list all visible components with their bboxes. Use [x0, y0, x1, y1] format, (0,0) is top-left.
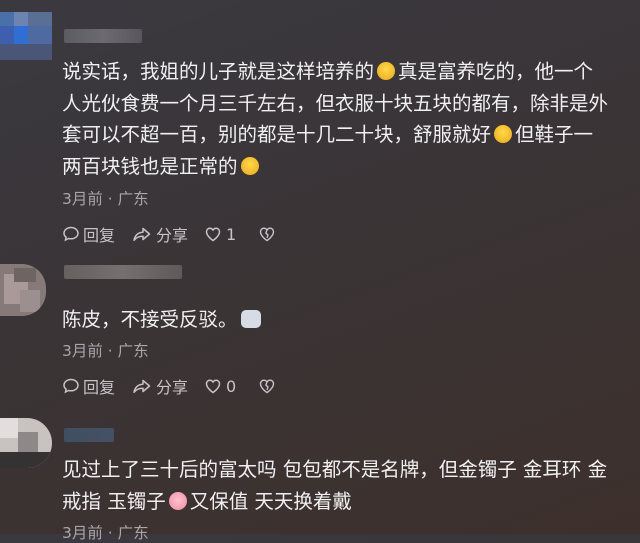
laughing-tears-emoji-icon	[494, 125, 513, 143]
username-blurred[interactable]	[64, 265, 182, 279]
like-button[interactable]: 1	[204, 225, 236, 244]
username-blurred[interactable]	[64, 29, 142, 43]
comment-actions: 回复 分享 1	[62, 222, 295, 246]
comment-line: 两百块钱也是正常的	[62, 151, 640, 183]
comment-text: 陈皮，不接受反驳。	[62, 304, 640, 336]
share-button[interactable]: 分享	[131, 222, 188, 246]
share-button[interactable]: 分享	[131, 374, 188, 398]
dislike-button[interactable]	[258, 225, 279, 243]
pig-face-emoji-icon	[168, 491, 187, 510]
comment-item-3: 见过上了三十后的富太吗 包包都不是名牌，但金镯子 金耳环 金 戒指 玉镯子 又保值…	[0, 412, 640, 542]
laughing-tears-emoji-icon	[240, 156, 259, 175]
avatar[interactable]	[0, 12, 52, 60]
comment-bubble-icon	[63, 378, 79, 394]
comment-line: 陈皮，不接受反驳。	[62, 304, 640, 336]
heart-icon	[205, 379, 221, 394]
cat-face-emoji-icon	[240, 310, 261, 328]
comment-actions: 回复 分享 0	[62, 374, 295, 398]
avatar[interactable]	[0, 264, 46, 316]
avatar[interactable]	[0, 418, 52, 468]
comment-line: 人光伙食费一个月三千左右，但衣服十块五块的都有，除非是外	[62, 91, 609, 115]
comment-meta: 3月前 · 广东	[62, 190, 149, 208]
share-arrow-icon	[133, 227, 151, 242]
comment-line: 说实话，我姐的儿子就是这样培养的 真是富养吃的，他一个	[62, 60, 594, 83]
share-arrow-icon	[133, 379, 151, 394]
broken-heart-icon	[260, 227, 275, 242]
comment-text: 见过上了三十后的富太吗 包包都不是名牌，但金镯子 金耳环 金 戒指 玉镯子 又保值…	[62, 454, 640, 517]
laughing-tears-emoji-icon	[377, 62, 396, 80]
broken-heart-icon	[260, 379, 275, 394]
comment-item-1: 说实话，我姐的儿子就是这样培养的 真是富养吃的，他一个 人光伙食费一个月三千左右，…	[0, 0, 640, 252]
comment-meta: 3月前 · 广东	[62, 342, 149, 360]
reply-button[interactable]: 回复	[62, 222, 115, 246]
heart-icon	[205, 227, 221, 242]
reply-button[interactable]: 回复	[62, 374, 115, 398]
comment-line: 见过上了三十后的富太吗 包包都不是名牌，但金镯子 金耳环 金	[62, 458, 608, 481]
like-button[interactable]: 0	[204, 377, 236, 396]
comment-bubble-icon	[63, 226, 79, 242]
comment-line: 戒指 玉镯子 又保值 天天换着戴	[62, 489, 352, 513]
comment-line: 套可以不超一百，别的都是十几二十块，舒服就好 但鞋子一	[62, 123, 594, 146]
dislike-button[interactable]	[258, 377, 279, 395]
username-blurred[interactable]	[64, 428, 114, 442]
comment-text: 说实话，我姐的儿子就是这样培养的 真是富养吃的，他一个 人光伙食费一个月三千左右，…	[62, 56, 640, 182]
comment-meta: 3月前 · 广东	[62, 524, 149, 542]
comment-item-2: 陈皮，不接受反驳。 3月前 · 广东 回复 分享 0	[0, 252, 640, 412]
